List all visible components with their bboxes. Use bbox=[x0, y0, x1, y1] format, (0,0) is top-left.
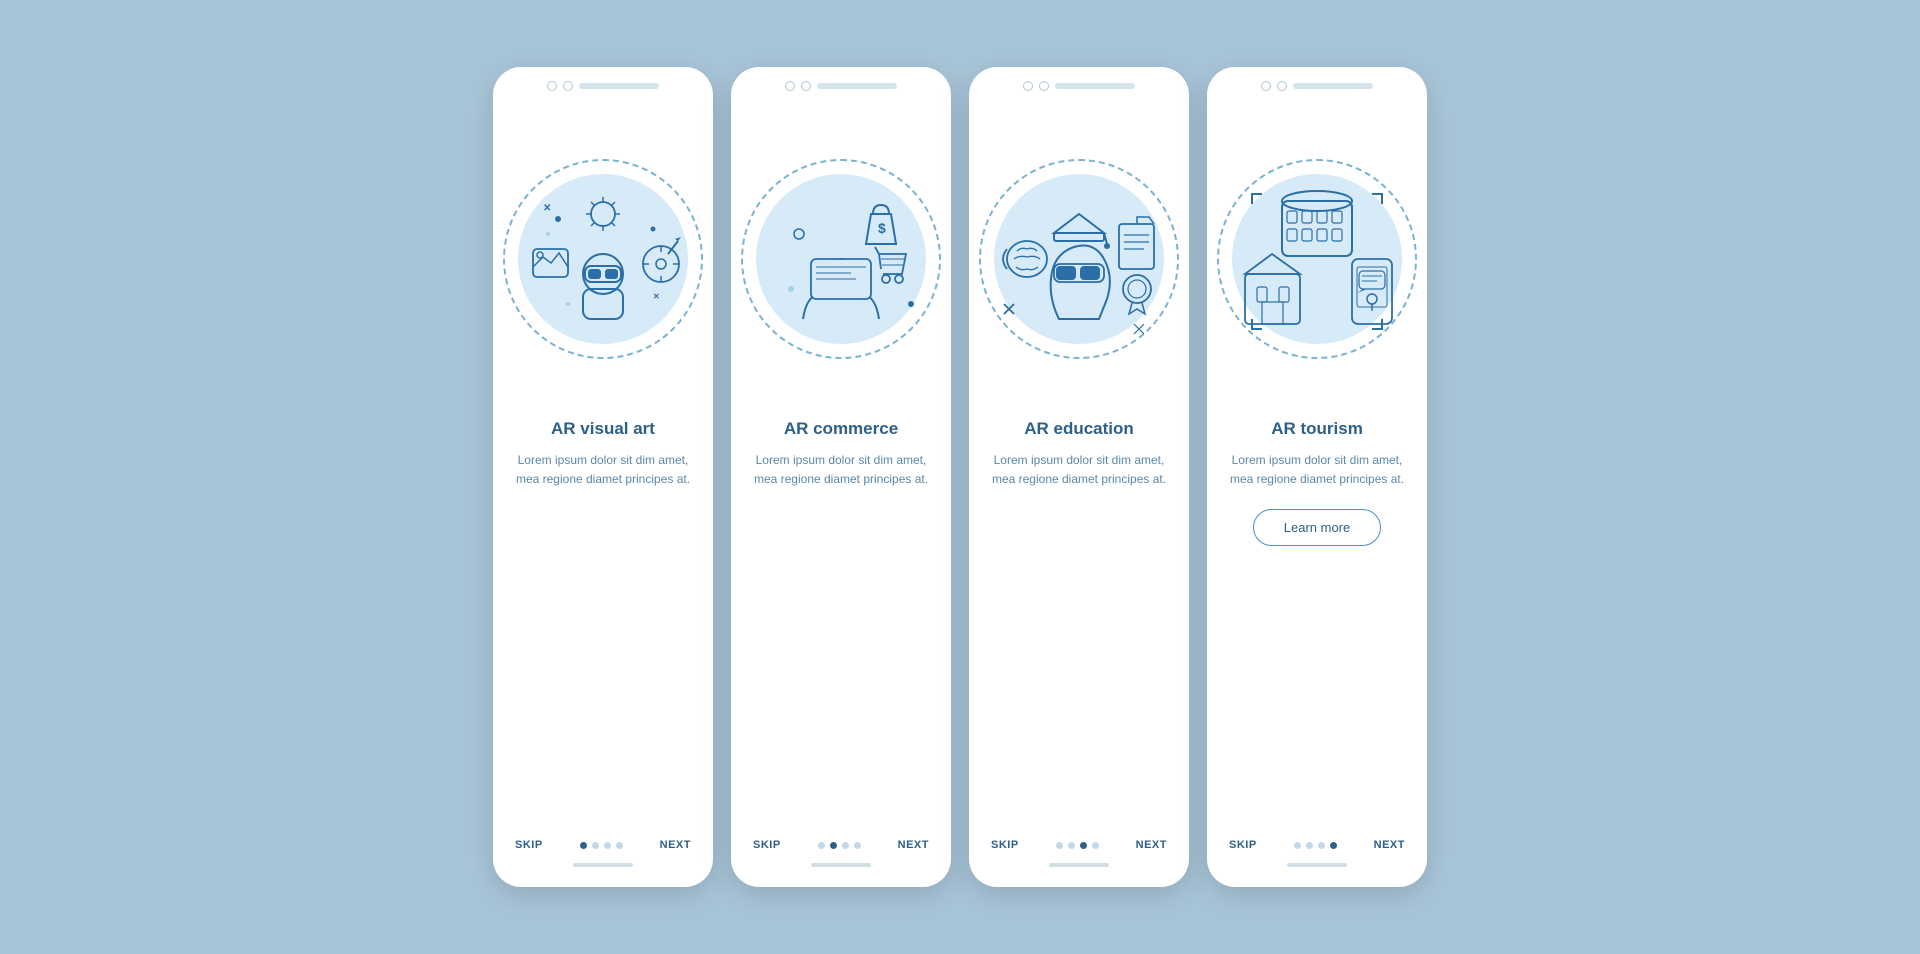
education-icon bbox=[989, 159, 1169, 359]
nav-bar-3: SKIP NEXT bbox=[969, 829, 1189, 855]
skip-btn-2[interactable]: SKIP bbox=[753, 839, 781, 851]
screen-ar-commerce: $ AR commerce Lorem ipsum dolor sit dim … bbox=[731, 67, 951, 887]
dot-4-1 bbox=[1294, 842, 1301, 849]
skip-btn-4[interactable]: SKIP bbox=[1229, 839, 1257, 851]
nav-bar-4: SKIP NEXT bbox=[1207, 829, 1427, 855]
dot-4-2 bbox=[1306, 842, 1313, 849]
top-circle-8 bbox=[1277, 81, 1287, 91]
screen-ar-education: AR education Lorem ipsum dolor sit dim a… bbox=[969, 67, 1189, 887]
bottom-indicator-2 bbox=[811, 863, 871, 867]
skip-btn-3[interactable]: SKIP bbox=[991, 839, 1019, 851]
learn-more-button[interactable]: Learn more bbox=[1253, 509, 1381, 546]
top-bar-1 bbox=[493, 67, 713, 99]
screens-container: ✕ ✕ AR visual art Lorem ipsum dolor sit … bbox=[493, 67, 1427, 887]
bottom-indicator-1 bbox=[573, 863, 633, 867]
top-circle-4 bbox=[801, 81, 811, 91]
dot-1-1 bbox=[580, 842, 587, 849]
top-circle-3 bbox=[785, 81, 795, 91]
desc-tourism: Lorem ipsum dolor sit dim amet, mea regi… bbox=[1229, 451, 1405, 489]
top-bar-3 bbox=[969, 67, 1189, 99]
next-btn-2[interactable]: NEXT bbox=[898, 839, 929, 851]
dot-3-4 bbox=[1092, 842, 1099, 849]
content-tourism: AR tourism Lorem ipsum dolor sit dim ame… bbox=[1207, 419, 1427, 829]
dot-3-3 bbox=[1080, 842, 1087, 849]
next-btn-1[interactable]: NEXT bbox=[660, 839, 691, 851]
bottom-indicator-4 bbox=[1287, 863, 1347, 867]
dot-2-2 bbox=[830, 842, 837, 849]
top-circle-5 bbox=[1023, 81, 1033, 91]
illustration-tourism bbox=[1207, 99, 1427, 419]
top-bar-line-1 bbox=[579, 83, 659, 89]
nav-dots-2 bbox=[818, 842, 861, 849]
commerce-icon: $ bbox=[751, 159, 931, 359]
desc-education: Lorem ipsum dolor sit dim amet, mea regi… bbox=[991, 451, 1167, 489]
top-circle-1 bbox=[547, 81, 557, 91]
svg-text:✕: ✕ bbox=[543, 203, 551, 214]
title-tourism: AR tourism bbox=[1229, 419, 1405, 439]
illustration-visual-art: ✕ ✕ bbox=[493, 99, 713, 419]
desc-visual-art: Lorem ipsum dolor sit dim amet, mea regi… bbox=[515, 451, 691, 489]
nav-bar-2: SKIP NEXT bbox=[731, 829, 951, 855]
dot-2-1 bbox=[818, 842, 825, 849]
top-circle-2 bbox=[563, 81, 573, 91]
content-education: AR education Lorem ipsum dolor sit dim a… bbox=[969, 419, 1189, 829]
next-btn-3[interactable]: NEXT bbox=[1136, 839, 1167, 851]
content-visual-art: AR visual art Lorem ipsum dolor sit dim … bbox=[493, 419, 713, 829]
dot-2-3 bbox=[842, 842, 849, 849]
nav-dots-1 bbox=[580, 842, 623, 849]
top-bar-line-4 bbox=[1293, 83, 1373, 89]
dot-4-4 bbox=[1330, 842, 1337, 849]
top-bar-line-2 bbox=[817, 83, 897, 89]
top-bar-2 bbox=[731, 67, 951, 99]
dot-1-4 bbox=[616, 842, 623, 849]
screen-ar-visual-art: ✕ ✕ AR visual art Lorem ipsum dolor sit … bbox=[493, 67, 713, 887]
illustration-commerce: $ bbox=[731, 99, 951, 419]
dot-2-4 bbox=[854, 842, 861, 849]
title-commerce: AR commerce bbox=[753, 419, 929, 439]
illustration-education bbox=[969, 99, 1189, 419]
nav-dots-3 bbox=[1056, 842, 1099, 849]
desc-commerce: Lorem ipsum dolor sit dim amet, mea regi… bbox=[753, 451, 929, 489]
top-bar-4 bbox=[1207, 67, 1427, 99]
top-bar-line-3 bbox=[1055, 83, 1135, 89]
bottom-indicator-3 bbox=[1049, 863, 1109, 867]
title-visual-art: AR visual art bbox=[515, 419, 691, 439]
svg-text:✕: ✕ bbox=[653, 292, 660, 301]
svg-text:$: $ bbox=[878, 220, 886, 236]
dot-3-2 bbox=[1068, 842, 1075, 849]
title-education: AR education bbox=[991, 419, 1167, 439]
tourism-icon bbox=[1227, 159, 1407, 359]
nav-dots-4 bbox=[1294, 842, 1337, 849]
dot-4-3 bbox=[1318, 842, 1325, 849]
nav-bar-1: SKIP NEXT bbox=[493, 829, 713, 855]
dot-1-2 bbox=[592, 842, 599, 849]
next-btn-4[interactable]: NEXT bbox=[1374, 839, 1405, 851]
skip-btn-1[interactable]: SKIP bbox=[515, 839, 543, 851]
content-commerce: AR commerce Lorem ipsum dolor sit dim am… bbox=[731, 419, 951, 829]
visual-art-icon: ✕ ✕ bbox=[513, 159, 693, 359]
screen-ar-tourism: AR tourism Lorem ipsum dolor sit dim ame… bbox=[1207, 67, 1427, 887]
dot-3-1 bbox=[1056, 842, 1063, 849]
top-circle-7 bbox=[1261, 81, 1271, 91]
dot-1-3 bbox=[604, 842, 611, 849]
top-circle-6 bbox=[1039, 81, 1049, 91]
